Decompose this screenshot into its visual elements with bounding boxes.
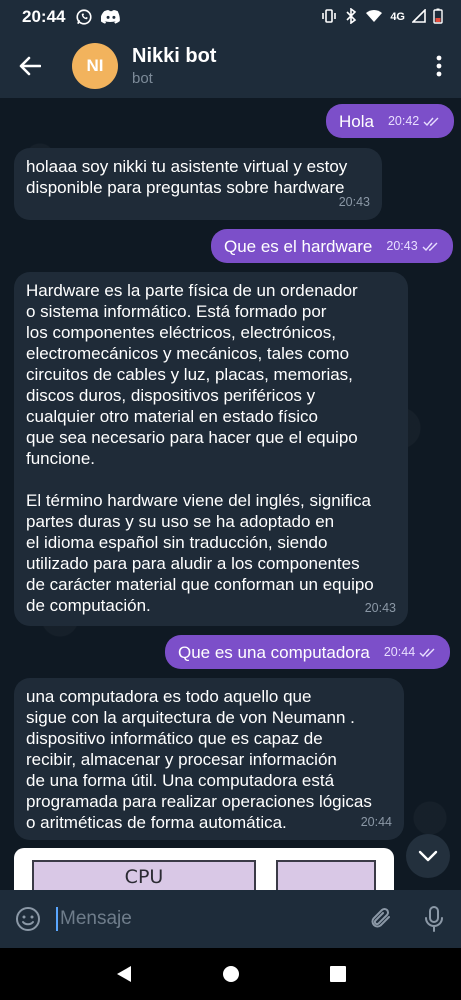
back-button[interactable] bbox=[0, 34, 60, 98]
chat-subtitle: bot bbox=[132, 70, 153, 87]
system-nav-bar bbox=[0, 948, 461, 1000]
status-bar: 20:44 4G bbox=[0, 0, 461, 34]
message-incoming[interactable]: Hardware es la parte física de un ordena… bbox=[14, 272, 408, 626]
microphone-button[interactable] bbox=[407, 890, 461, 948]
nav-home-button[interactable] bbox=[211, 954, 251, 994]
network-type: 4G bbox=[390, 11, 405, 23]
arrow-left-icon bbox=[19, 56, 41, 76]
double-check-icon bbox=[422, 242, 438, 251]
microphone-icon bbox=[425, 906, 443, 932]
nav-back-button[interactable] bbox=[104, 954, 144, 994]
double-check-icon bbox=[423, 117, 439, 126]
cpu-diagram-block: CPU bbox=[32, 860, 256, 890]
square-recents-icon bbox=[329, 966, 346, 982]
memory-diagram-block bbox=[276, 860, 376, 890]
message-text: Que es una computadora bbox=[178, 643, 370, 662]
message-time: 20:44 bbox=[360, 815, 392, 829]
discord-icon bbox=[101, 9, 121, 25]
whatsapp-icon bbox=[75, 8, 93, 26]
message-meta: 20:43 bbox=[386, 236, 439, 257]
message-text: una computadora es todo aquello que sigu… bbox=[26, 687, 372, 832]
cpu-label: CPU bbox=[124, 866, 164, 888]
message-incoming[interactable]: holaaa soy nikki tu asistente virtual y … bbox=[14, 148, 382, 220]
nav-recents-button[interactable] bbox=[318, 954, 358, 994]
vibrate-icon bbox=[321, 8, 337, 27]
message-meta: 20:42 bbox=[388, 111, 441, 132]
chevron-down-icon bbox=[418, 850, 438, 862]
image-message[interactable]: CPU bbox=[14, 848, 394, 890]
chat-title-block[interactable]: Nikki bot bot bbox=[132, 45, 216, 87]
message-outgoing[interactable]: Que es una computadora 20:44 bbox=[165, 635, 451, 669]
signal-icon bbox=[411, 7, 426, 26]
battery-icon bbox=[433, 8, 443, 27]
double-check-icon bbox=[419, 648, 435, 657]
chat-title: Nikki bot bbox=[132, 45, 217, 67]
message-time: 20:42 bbox=[387, 114, 420, 128]
attach-button[interactable] bbox=[357, 890, 407, 948]
triangle-back-icon bbox=[116, 966, 131, 982]
message-outgoing[interactable]: Que es el hardware 20:43 bbox=[211, 229, 453, 263]
message-time: 20:44 bbox=[383, 645, 416, 659]
message-text: Hola bbox=[339, 112, 374, 131]
text-caret bbox=[56, 907, 58, 931]
message-meta: 20:44 bbox=[384, 642, 437, 663]
message-time: 20:43 bbox=[338, 195, 370, 209]
message-time: 20:43 bbox=[364, 601, 396, 615]
message-input[interactable] bbox=[60, 908, 357, 930]
status-time: 20:44 bbox=[22, 7, 66, 26]
bluetooth-data-icon bbox=[344, 6, 358, 27]
avatar[interactable]: NI bbox=[72, 43, 118, 89]
paperclip-icon bbox=[371, 907, 390, 928]
message-text: holaaa soy nikki tu asistente virtual y … bbox=[26, 157, 348, 197]
scroll-down-button[interactable] bbox=[406, 834, 450, 878]
emoji-icon bbox=[16, 907, 40, 931]
emoji-button[interactable] bbox=[0, 890, 56, 948]
message-incoming[interactable]: una computadora es todo aquello que sigu… bbox=[14, 678, 404, 840]
wifi-icon bbox=[365, 9, 383, 26]
message-input-bar bbox=[0, 890, 461, 948]
message-outgoing[interactable]: Hola 20:42 bbox=[326, 104, 455, 138]
circle-home-icon bbox=[222, 966, 239, 982]
chat-area[interactable]: Hola 20:42 holaaa soy nikki tu asistente… bbox=[0, 98, 461, 890]
more-options-button[interactable] bbox=[417, 34, 461, 98]
message-text: Que es el hardware bbox=[224, 237, 373, 256]
more-vertical-icon bbox=[436, 55, 442, 77]
message-time: 20:43 bbox=[386, 239, 418, 253]
chat-header: NI Nikki bot bot bbox=[0, 34, 461, 98]
message-text: Hardware es la parte física de un ordena… bbox=[26, 281, 374, 615]
